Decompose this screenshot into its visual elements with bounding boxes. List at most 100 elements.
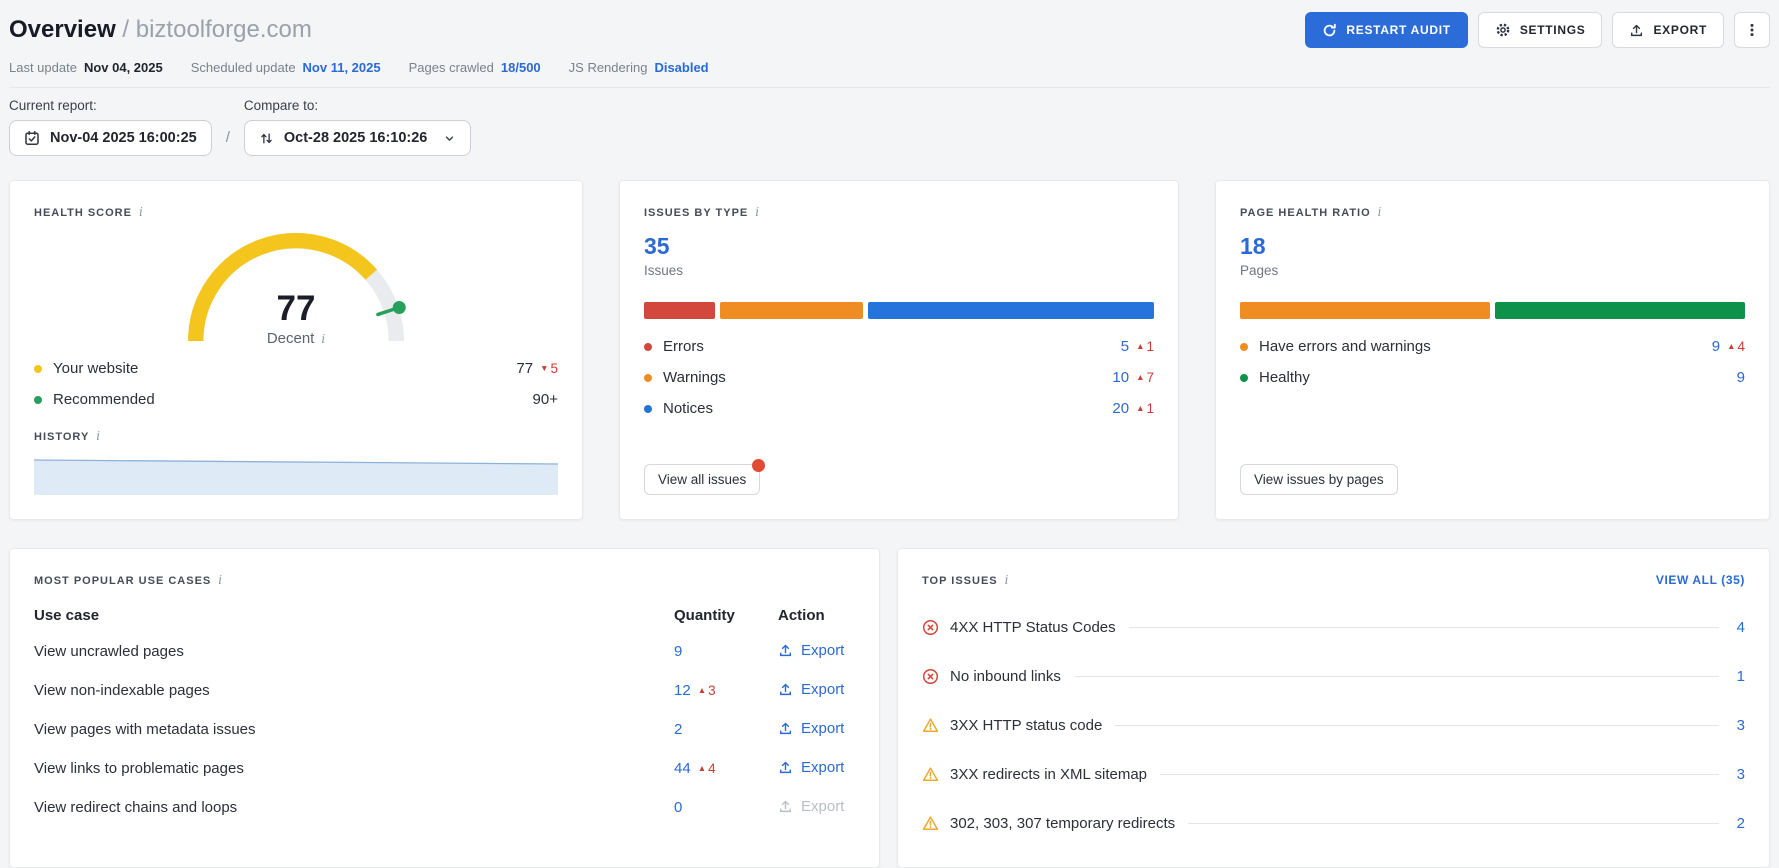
info-icon[interactable]: i xyxy=(96,429,101,443)
legend-value[interactable]: 9 xyxy=(1712,338,1720,355)
top-issue-count-link[interactable]: 3 xyxy=(1734,717,1745,734)
column-header-use-case: Use case xyxy=(34,607,100,624)
export-link[interactable]: Export xyxy=(778,759,844,776)
legend-value[interactable]: 10 xyxy=(1112,369,1129,386)
bar-segment xyxy=(644,302,716,319)
top-issue-label: No inbound links xyxy=(950,668,1061,685)
notification-dot xyxy=(752,459,766,472)
info-icon[interactable]: i xyxy=(755,205,760,219)
pages-total-link[interactable]: 18 xyxy=(1240,233,1745,260)
export-label: Export xyxy=(801,719,845,737)
current-report-picker[interactable]: Nov-04 2025 16:00:25 xyxy=(9,120,212,156)
health-score-legend: Your website 77 ▼ 5 Recommended 90+ xyxy=(34,353,558,415)
use-case-quantity-link[interactable]: 12 xyxy=(674,682,691,699)
legend-dot-icon xyxy=(644,404,652,413)
use-case-action: Export xyxy=(778,759,855,779)
use-case-row: View uncrawled pages 9 Export xyxy=(34,632,855,671)
calendar-icon xyxy=(24,130,40,146)
legend-row: Have errors and warnings 9 ▲ 4 xyxy=(1240,331,1745,362)
view-all-link[interactable]: VIEW ALL (35) xyxy=(1656,573,1745,587)
legend-value[interactable]: 20 xyxy=(1112,400,1129,417)
meta-value[interactable]: 18/500 xyxy=(501,60,541,75)
use-case-action: Export xyxy=(778,798,855,818)
info-icon[interactable]: i xyxy=(321,332,325,346)
current-report-label: Current report: xyxy=(9,98,97,113)
meta-value[interactable]: Disabled xyxy=(654,60,708,75)
compare-report-picker[interactable]: Oct-28 2025 16:10:26 xyxy=(243,120,472,156)
leader-line xyxy=(1128,627,1719,628)
use-case-quantity-link[interactable]: 0 xyxy=(674,799,682,816)
export-button[interactable]: EXPORT xyxy=(1612,12,1724,48)
restart-audit-button[interactable]: RESTART AUDIT xyxy=(1305,12,1468,48)
info-icon[interactable]: i xyxy=(139,205,144,219)
use-case-row: View redirect chains and loops 0 Export xyxy=(34,788,855,827)
top-issues-list: 4XX HTTP Status Codes 4 No inbound links 1 3… xyxy=(922,603,1745,848)
delta-indicator: ▲ 7 xyxy=(1136,370,1154,385)
use-case-quantity-link[interactable]: 2 xyxy=(674,721,682,738)
legend-value-group: 5 ▲ 1 xyxy=(1121,338,1154,355)
top-issue-row: 4XX HTTP Status Codes 4 xyxy=(922,603,1745,652)
legend-value: 90+ xyxy=(532,391,558,408)
delta-indicator: ▲ 4 xyxy=(697,761,716,776)
use-case-quantity: 9 xyxy=(674,643,778,660)
settings-button[interactable]: SETTINGS xyxy=(1477,12,1603,48)
issues-by-type-title: ISSUES BY TYPE i xyxy=(644,205,761,219)
bar-segment xyxy=(868,302,1154,319)
meta-item: Last update Nov 04, 2025 xyxy=(9,60,163,75)
export-link[interactable]: Export xyxy=(778,642,844,659)
compare-arrows-icon xyxy=(259,131,274,146)
use-cases-body: View uncrawled pages 9 Export View non-inde… xyxy=(34,632,855,827)
use-case-quantity-link[interactable]: 44 xyxy=(674,760,691,777)
kebab-icon xyxy=(1744,22,1760,38)
info-icon[interactable]: i xyxy=(1378,205,1383,219)
export-icon xyxy=(778,760,793,775)
delta-arrow-icon: ▲ xyxy=(1136,403,1145,413)
legend-value-group: 77 ▼ 5 xyxy=(516,360,558,377)
health-score-rating: Decent i xyxy=(266,330,326,347)
delta-arrow-icon: ▲ xyxy=(1727,341,1736,351)
legend-value[interactable]: 5 xyxy=(1121,338,1129,355)
info-icon[interactable]: i xyxy=(218,573,223,587)
delta-indicator: ▼ 5 xyxy=(540,361,558,376)
health-score-title: HEALTH SCORE i xyxy=(34,205,144,219)
meta-value: Nov 04, 2025 xyxy=(83,60,163,75)
leader-line xyxy=(1115,725,1719,726)
cards-row-2: MOST POPULAR USE CASES i Use case Quantit… xyxy=(9,548,1770,868)
legend-value[interactable]: 9 xyxy=(1737,369,1745,386)
info-icon[interactable]: i xyxy=(1005,573,1010,587)
use-case-quantity-link[interactable]: 9 xyxy=(674,643,682,660)
meta-item: Pages crawled 18/500 xyxy=(409,60,541,75)
page-health-legend: Have errors and warnings 9 ▲ 4 Healthy 9 xyxy=(1240,331,1745,393)
legend-dot-icon xyxy=(644,373,652,382)
history-chart xyxy=(34,453,558,495)
column-header-action: Action xyxy=(778,607,825,624)
meta-value[interactable]: Nov 11, 2025 xyxy=(303,60,381,75)
use-case-label: View links to problematic pages xyxy=(34,760,244,777)
top-issue-count-link[interactable]: 2 xyxy=(1734,815,1745,832)
view-all-issues-button[interactable]: View all issues xyxy=(644,459,766,495)
export-link[interactable]: Export xyxy=(778,681,844,698)
top-issue-row: 302, 303, 307 temporary redirects 2 xyxy=(922,799,1745,848)
top-issue-row: No inbound links 1 xyxy=(922,652,1745,701)
meta-label: Pages crawled xyxy=(408,60,494,75)
top-issue-count-link[interactable]: 4 xyxy=(1734,619,1745,636)
legend-label: Errors xyxy=(663,338,704,355)
top-issue-count-link[interactable]: 3 xyxy=(1734,766,1745,783)
use-cases-title: MOST POPULAR USE CASES i xyxy=(34,573,224,587)
view-issues-by-pages-button[interactable]: View issues by pages xyxy=(1240,464,1398,495)
export-link: Export xyxy=(778,798,844,815)
issues-total-link[interactable]: 35 xyxy=(644,233,1154,260)
more-options-button[interactable] xyxy=(1734,12,1770,48)
top-issue-count-link[interactable]: 1 xyxy=(1734,668,1745,685)
legend-row: Your website 77 ▼ 5 xyxy=(34,353,558,384)
legend-label: Healthy xyxy=(1259,369,1310,386)
compare-report-label: Compare to: xyxy=(243,98,319,113)
compare-report-group: Compare to: Oct-28 2025 16:10:26 xyxy=(243,98,472,156)
use-cases-card: MOST POPULAR USE CASES i Use case Quantit… xyxy=(9,548,880,868)
use-case-quantity: 2 xyxy=(674,721,778,738)
legend-label: Your website xyxy=(53,360,139,377)
export-link[interactable]: Export xyxy=(778,720,844,737)
meta-label: JS Rendering xyxy=(568,60,648,75)
export-label: Export xyxy=(801,758,845,776)
error-icon xyxy=(922,668,939,685)
